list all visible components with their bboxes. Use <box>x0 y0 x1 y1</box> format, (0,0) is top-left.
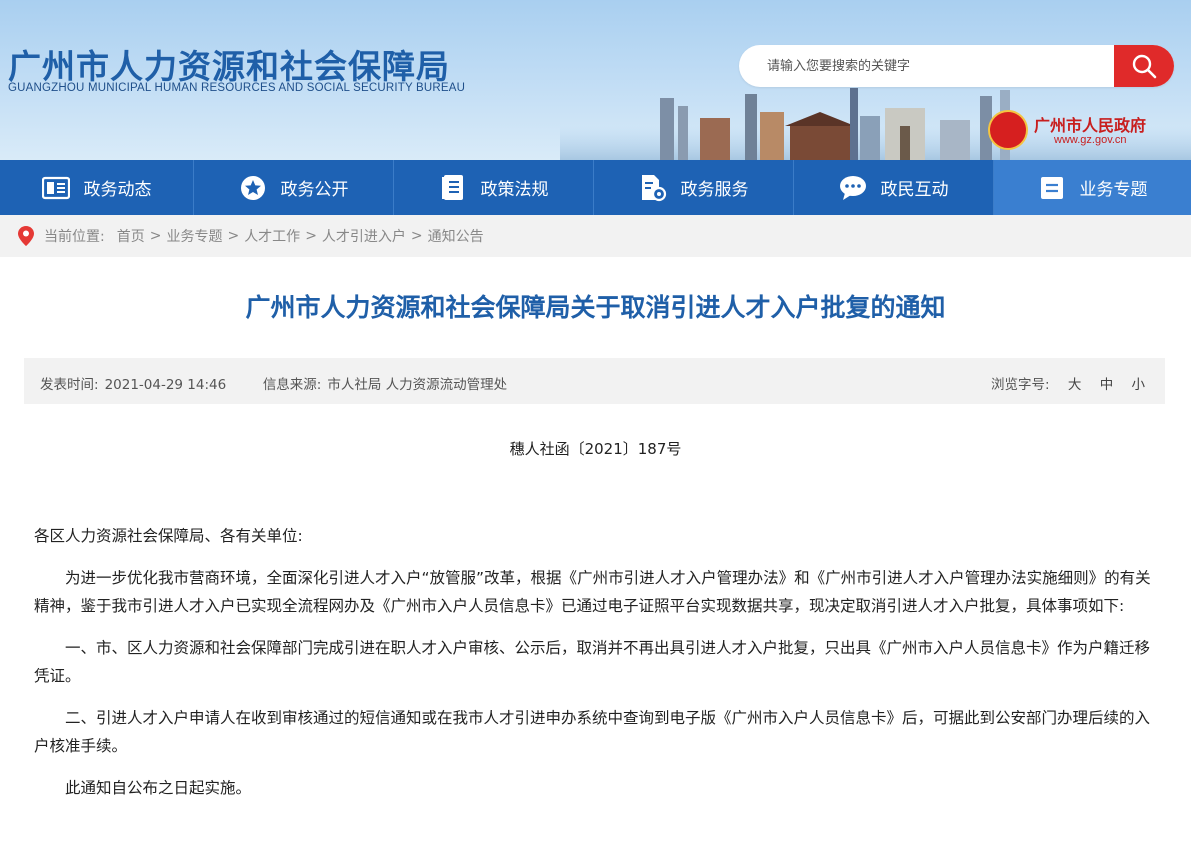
body-paragraph: 二、引进人才入户申请人在收到审核通过的短信通知或在我市人才引进申办系统中查询到电… <box>34 709 1151 755</box>
nav-item-topics[interactable]: 业务专题 <box>994 160 1191 215</box>
source-value: 市人社局 人力资源流动管理处 <box>327 377 508 393</box>
publish-label: 发表时间: <box>40 377 99 393</box>
breadcrumb-label: 当前位置: <box>44 229 105 245</box>
newspaper-icon <box>41 174 70 202</box>
nav-item-services[interactable]: 政务服务 <box>594 160 794 215</box>
nav-item-news[interactable]: 政务动态 <box>0 160 194 215</box>
search-box <box>739 45 1174 87</box>
font-size-medium[interactable]: 中 <box>1100 377 1114 393</box>
body-paragraph: 为进一步优化我市营商环境，全面深化引进人才入户“放管服”改革，根据《广州市引进人… <box>34 569 1151 615</box>
publish-time: 2021-04-29 14:46 <box>104 377 227 393</box>
site-subtitle: GUANGZHOU MUNICIPAL HUMAN RESOURCES AND … <box>8 82 466 94</box>
breadcrumb-separator: > <box>305 228 317 244</box>
search-button[interactable] <box>1114 45 1174 87</box>
nav-label: 业务专题 <box>1079 180 1148 200</box>
body-paragraph: 一、市、区人力资源和社会保障部门完成引进在职人才入户审核、公示后，取消并不再出具… <box>34 639 1151 685</box>
star-badge-icon <box>239 174 267 202</box>
font-size-large[interactable]: 大 <box>1068 377 1082 393</box>
book-icon <box>439 174 467 202</box>
breadcrumb: 当前位置: 首页 > 业务专题 > 人才工作 > 人才引进入户 > 通知公告 <box>0 215 1191 257</box>
breadcrumb-separator: > <box>227 228 240 244</box>
article-title: 广州市人力资源和社会保障局关于取消引进人才入户批复的通知 <box>245 293 946 322</box>
nav-label: 政策法规 <box>480 180 549 200</box>
breadcrumb-separator: > <box>410 228 423 244</box>
site-header: 广州市人力资源和社会保障局 GUANGZHOU MUNICIPAL HUMAN … <box>0 0 1191 160</box>
gov-url: www.gz.gov.cn <box>1054 134 1127 146</box>
site-title[interactable]: 广州市人力资源和社会保障局 <box>8 40 450 88</box>
chat-bubble-icon <box>839 174 867 202</box>
breadcrumb-separator: > <box>149 228 162 244</box>
breadcrumb-notices[interactable]: 通知公告 <box>428 226 484 246</box>
breadcrumb-talent-work[interactable]: 人才工作 <box>244 226 300 246</box>
breadcrumb-home[interactable]: 首页 <box>117 226 145 246</box>
main-nav: 政务动态 政务公开 政策法规 政务服务 政民互动 业务专题 <box>0 160 1191 215</box>
nav-label: 政务动态 <box>83 180 152 200</box>
source-label: 信息来源: <box>262 377 322 393</box>
gov-name: 广州市人民政府 <box>1034 116 1147 135</box>
list-card-icon <box>1038 174 1066 202</box>
breadcrumb-talent-settlement[interactable]: 人才引进入户 <box>322 226 406 246</box>
document-number: 穗人社函〔2021〕187号 <box>509 440 682 458</box>
breadcrumb-topics[interactable]: 业务专题 <box>166 226 222 246</box>
nav-label: 政务服务 <box>680 180 749 200</box>
search-input[interactable] <box>739 45 1114 87</box>
nav-item-disclosure[interactable]: 政务公开 <box>194 160 394 215</box>
gov-portal-link[interactable]: 广州市人民政府 www.gz.gov.cn <box>988 110 1178 152</box>
nav-item-policy[interactable]: 政策法规 <box>394 160 594 215</box>
body-paragraph: 此通知自公布之日起实施。 <box>65 779 252 797</box>
location-pin-icon <box>18 226 34 246</box>
document-gear-icon <box>639 174 667 202</box>
salutation: 各区人力资源社会保障局、各有关单位: <box>34 527 303 545</box>
article-body: 各区人力资源社会保障局、各有关单位: 为进一步优化我市营商环境，全面深化引进人才… <box>34 522 1156 816</box>
font-size-label: 浏览字号: <box>991 377 1050 393</box>
search-icon <box>1132 54 1157 79</box>
nav-label: 政民互动 <box>880 180 949 200</box>
national-emblem-icon <box>988 110 1028 150</box>
font-size-small[interactable]: 小 <box>1132 377 1146 393</box>
nav-label: 政务公开 <box>280 180 349 200</box>
article-meta: 发表时间: 2021-04-29 14:46 信息来源: 市人社局 人力资源流动管理… <box>24 358 1165 404</box>
nav-item-interaction[interactable]: 政民互动 <box>794 160 994 215</box>
